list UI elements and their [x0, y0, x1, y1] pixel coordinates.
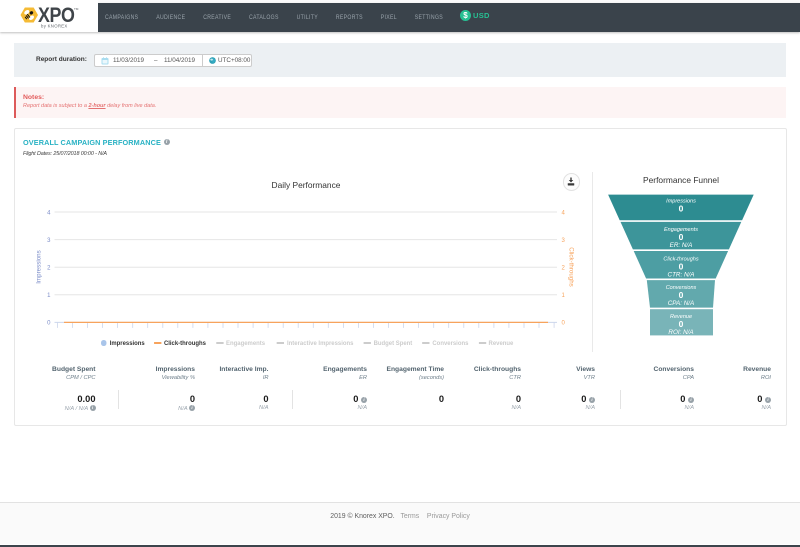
svg-text:CTR: N/A: CTR: N/A [668, 272, 695, 279]
svg-text:0: 0 [562, 321, 566, 327]
svg-text:ROI: N/A: ROI: N/A [668, 329, 693, 336]
svg-text:0: 0 [47, 321, 51, 327]
svg-text:4: 4 [562, 210, 566, 216]
svg-text:3: 3 [47, 238, 51, 244]
svg-text:0: 0 [679, 262, 684, 272]
svg-text:1: 1 [47, 293, 51, 299]
svg-text:TM: TM [74, 7, 79, 11]
svg-text:CPA: N/A: CPA: N/A [668, 300, 694, 307]
svg-text:by KNOREX: by KNOREX [41, 24, 68, 29]
svg-text:0: 0 [679, 204, 684, 214]
svg-text:1: 1 [562, 293, 566, 299]
svg-text:2: 2 [47, 266, 51, 272]
svg-text:3: 3 [562, 238, 566, 244]
svg-text:ER: N/A: ER: N/A [670, 242, 693, 249]
svg-text:4: 4 [47, 210, 51, 216]
svg-text:2: 2 [562, 266, 566, 272]
svg-text:0: 0 [679, 319, 684, 329]
svg-text:0: 0 [679, 290, 684, 300]
svg-text:0: 0 [679, 232, 684, 242]
svg-text:Click-throughs: Click-throughs [568, 247, 575, 287]
svg-text:Impressions: Impressions [36, 250, 43, 283]
